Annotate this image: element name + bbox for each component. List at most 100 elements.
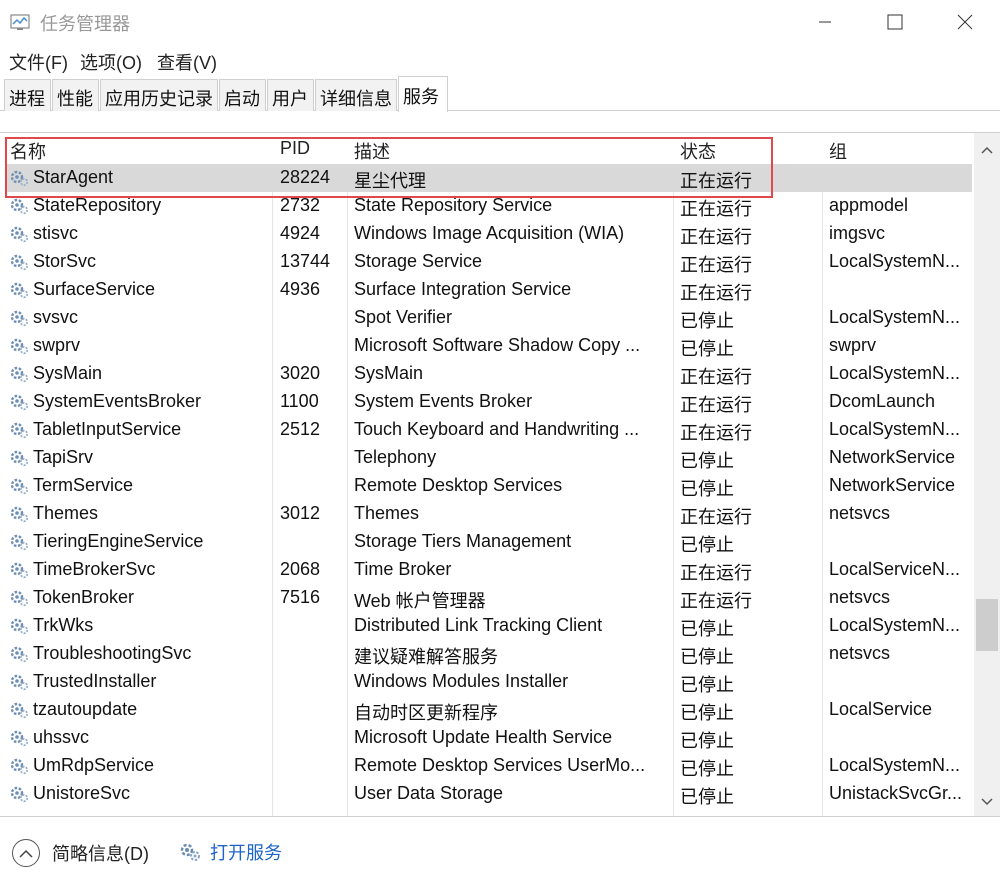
service-gear-icon [9, 477, 29, 495]
table-row[interactable]: SystemEventsBroker 1100 System Events Brok… [0, 388, 974, 416]
service-name: StarAgent [33, 167, 114, 187]
tab-details[interactable]: 详细信息 [315, 79, 397, 111]
service-name: TieringEngineService [33, 531, 204, 551]
table-row[interactable]: TrkWks Distributed Link Tracking Client 已停… [0, 612, 974, 640]
table-row[interactable]: TimeBrokerSvc 2068 Time Broker 正在运行 LocalSer… [0, 556, 974, 584]
title-bar: 任务管理器 [0, 0, 1000, 44]
table-row[interactable]: StarAgent 28224 星尘代理 正在运行 [0, 164, 974, 192]
service-group: DcomLaunch [829, 391, 936, 411]
service-group: UnistackSvcGr... [829, 783, 963, 803]
table-row[interactable]: svsvc Spot Verifier 已停止 LocalSystemN... [0, 304, 974, 332]
window-title: 任务管理器 [40, 14, 130, 34]
service-gear-icon [9, 645, 29, 663]
service-group: LocalSystemN... [829, 419, 961, 439]
service-status: 已停止 [680, 339, 734, 359]
tab-strip: 进程 性能 应用历史记录 启动 用户 详细信息 服务 [0, 76, 1000, 112]
open-services-link[interactable]: 打开服务 [178, 839, 282, 865]
service-group: netsvcs [829, 587, 891, 607]
table-row[interactable]: stisvc 4924 Windows Image Acquisition (WIA… [0, 220, 974, 248]
table-row[interactable]: Themes 3012 Themes 正在运行 netsvcs [0, 500, 974, 528]
table-row[interactable]: TabletInputService 2512 Touch Keyboard and… [0, 416, 974, 444]
service-description: Windows Image Acquisition (WIA) [354, 223, 625, 243]
service-pid: 3012 [280, 503, 321, 523]
table-row[interactable]: TermService Remote Desktop Services 已停止 Net… [0, 472, 974, 500]
chevron-up-circle-icon [12, 839, 40, 867]
menu-view[interactable]: 查看(V) [157, 49, 217, 75]
table-row[interactable]: SysMain 3020 SysMain 正在运行 LocalSystemN... [0, 360, 974, 388]
column-header-description[interactable]: 描述 [354, 138, 390, 164]
footer: 简略信息(D) 打开服务 [0, 816, 1000, 890]
tab-users[interactable]: 用户 [267, 79, 314, 111]
service-name: Themes [33, 503, 99, 523]
service-status: 已停止 [680, 675, 734, 695]
tab-performance[interactable]: 性能 [52, 79, 99, 111]
vertical-scrollbar[interactable] [974, 133, 1000, 816]
scroll-down-button[interactable] [974, 789, 1000, 815]
scroll-up-button[interactable] [974, 137, 1000, 163]
table-row[interactable]: TapiSrv Telephony 已停止 NetworkService [0, 444, 974, 472]
table-row[interactable]: TroubleshootingSvc 建议疑难解答服务 已停止 netsvcs [0, 640, 974, 668]
service-name: svsvc [33, 307, 78, 327]
service-pid: 13744 [280, 251, 331, 271]
service-gear-icon [9, 533, 29, 551]
service-status: 已停止 [680, 535, 734, 555]
fewer-details-button[interactable]: 简略信息(D) [12, 839, 149, 867]
table-row[interactable]: UnistoreSvc User Data Storage 已停止 UnistackS… [0, 780, 974, 808]
service-gear-icon [9, 701, 29, 719]
column-header-group[interactable]: 组 [829, 138, 847, 164]
service-status: 正在运行 [680, 423, 752, 443]
service-group: LocalSystemN... [829, 363, 961, 383]
table-row[interactable]: uhssvc Microsoft Update Health Service 已停止 [0, 724, 974, 752]
service-description: SysMain [354, 363, 424, 383]
menu-file[interactable]: 文件(F) [9, 49, 68, 75]
column-header-name[interactable]: 名称 [10, 138, 46, 164]
table-row[interactable]: tzautoupdate 自动时区更新程序 已停止 LocalService [0, 696, 974, 724]
service-gear-icon [9, 673, 29, 691]
service-gear-icon [9, 393, 29, 411]
table-row[interactable]: TrustedInstaller Windows Modules Installe… [0, 668, 974, 696]
service-name: tzautoupdate [33, 699, 138, 719]
service-group: NetworkService [829, 475, 956, 495]
service-status: 正在运行 [680, 367, 752, 387]
tab-startup[interactable]: 启动 [219, 79, 266, 111]
table-row[interactable]: StorSvc 13744 Storage Service 正在运行 LocalSyst… [0, 248, 974, 276]
service-description: Touch Keyboard and Handwriting ... [354, 419, 640, 439]
service-status: 正在运行 [680, 507, 752, 527]
maximize-button[interactable] [860, 0, 930, 44]
service-description: Time Broker [354, 559, 452, 579]
service-gear-icon [9, 253, 29, 271]
tab-processes[interactable]: 进程 [4, 79, 51, 111]
scrollbar-thumb[interactable] [976, 599, 998, 651]
service-name: UnistoreSvc [33, 783, 131, 803]
service-description: Storage Tiers Management [354, 531, 572, 551]
services-icon [180, 843, 200, 861]
service-name: SysMain [33, 363, 103, 383]
minimize-button[interactable] [790, 0, 860, 44]
service-name: uhssvc [33, 727, 90, 747]
service-pid: 28224 [280, 167, 331, 187]
service-status: 已停止 [680, 703, 734, 723]
tab-app-history[interactable]: 应用历史记录 [100, 79, 218, 111]
column-header-status[interactable]: 状态 [680, 138, 716, 164]
table-row[interactable]: SurfaceService 4936 Surface Integration Se… [0, 276, 974, 304]
service-gear-icon [9, 309, 29, 327]
service-status: 正在运行 [680, 591, 752, 611]
table-row[interactable]: StateRepository 2732 State Repository Serv… [0, 192, 974, 220]
tab-services[interactable]: 服务 [398, 76, 448, 112]
task-manager-icon [10, 14, 30, 30]
service-status: 已停止 [680, 647, 734, 667]
service-status: 已停止 [680, 479, 734, 499]
maximize-icon [887, 14, 903, 30]
service-name: TroubleshootingSvc [33, 643, 192, 663]
service-pid: 2068 [280, 559, 321, 579]
column-header-pid[interactable]: PID [280, 138, 310, 159]
table-body: StarAgent 28224 星尘代理正在运行 StateRepository 273… [0, 164, 974, 808]
table-row[interactable]: swprv Microsoft Software Shadow Copy ... 已… [0, 332, 974, 360]
service-description: 星尘代理 [354, 171, 426, 191]
table-row[interactable]: TokenBroker 7516 Web 帐户管理器 正在运行 netsvcs [0, 584, 974, 612]
table-row[interactable]: UmRdpService Remote Desktop Services User… [0, 752, 974, 780]
menu-options[interactable]: 选项(O) [80, 49, 142, 75]
service-name: stisvc [33, 223, 78, 243]
table-row[interactable]: TieringEngineService Storage Tiers Manage… [0, 528, 974, 556]
close-button[interactable] [930, 0, 1000, 44]
